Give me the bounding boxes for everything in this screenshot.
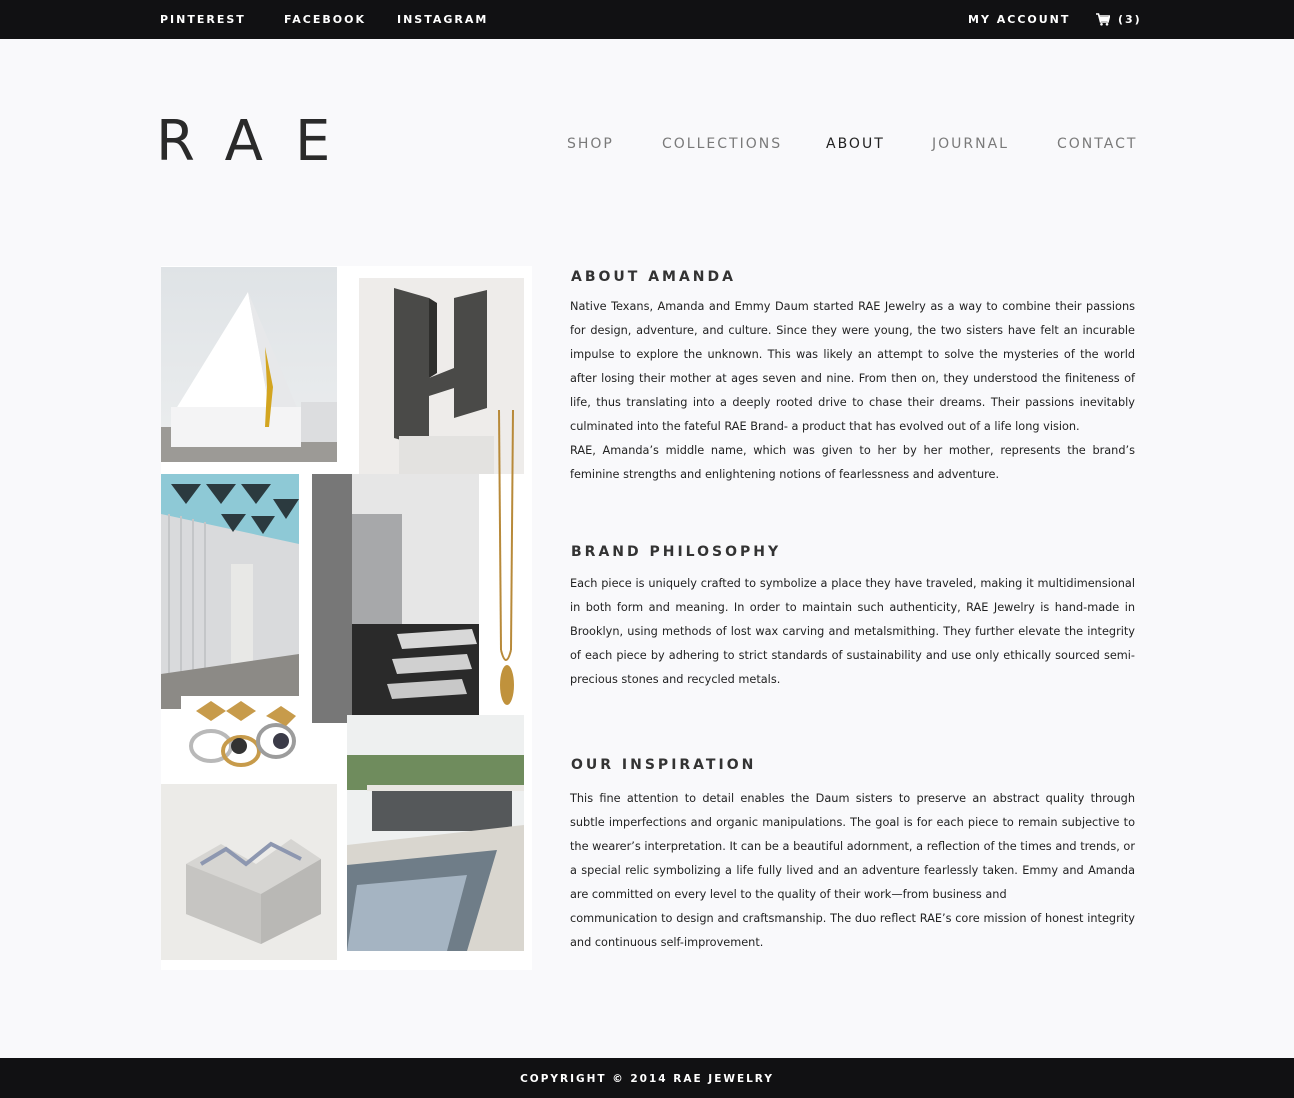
nav-shop[interactable]: SHOP bbox=[567, 134, 614, 154]
our-inspiration-title: OUR INSPIRATION bbox=[571, 757, 757, 773]
inspiration-paragraph: communication to design and craftsmanshi… bbox=[570, 912, 1135, 949]
our-inspiration-body: This fine attention to detail enables th… bbox=[570, 787, 1135, 955]
cart-icon bbox=[1096, 13, 1110, 26]
nav-journal[interactable]: JOURNAL bbox=[932, 134, 1009, 154]
stairs-image bbox=[312, 474, 479, 723]
about-paragraph: Native Texans, Amanda and Emmy Daum star… bbox=[570, 300, 1135, 433]
top-bar: PINTEREST FACEBOOK INSTAGRAM MY ACCOUNT … bbox=[0, 0, 1294, 39]
instagram-link[interactable]: INSTAGRAM bbox=[397, 0, 488, 39]
about-amanda-title: ABOUT AMANDA bbox=[571, 269, 736, 285]
brand-philosophy-body: Each piece is uniquely crafted to symbol… bbox=[570, 572, 1135, 692]
pavilion-pool-image bbox=[347, 715, 524, 951]
copyright-text: COPYRIGHT © 2014 RAE JEWELRY bbox=[520, 1073, 774, 1085]
pinterest-link[interactable]: PINTEREST bbox=[160, 0, 246, 39]
brand-philosophy-title: BRAND PHILOSOPHY bbox=[571, 544, 782, 560]
brand-logo[interactable]: RAE bbox=[156, 112, 362, 172]
nav-contact[interactable]: CONTACT bbox=[1057, 134, 1137, 154]
my-account-link[interactable]: MY ACCOUNT bbox=[968, 0, 1070, 39]
cart-button[interactable]: (3) bbox=[1096, 0, 1142, 39]
nav-collections[interactable]: COLLECTIONS bbox=[662, 134, 782, 154]
philosophy-paragraph: Each piece is uniquely crafted to symbol… bbox=[570, 577, 1135, 686]
nav-about[interactable]: ABOUT bbox=[826, 134, 885, 154]
blue-ceiling-interior-image bbox=[161, 474, 299, 709]
cart-count: (3) bbox=[1118, 13, 1142, 26]
about-amanda-body: Native Texans, Amanda and Emmy Daum star… bbox=[570, 295, 1135, 487]
gold-necklace-image bbox=[491, 410, 521, 710]
mood-board-collage bbox=[161, 266, 532, 970]
facebook-link[interactable]: FACEBOOK bbox=[284, 0, 366, 39]
concrete-model-image bbox=[161, 784, 337, 960]
about-paragraph: RAE, Amanda’s middle name, which was giv… bbox=[570, 444, 1135, 481]
rings-image bbox=[181, 696, 311, 776]
footer: COPYRIGHT © 2014 RAE JEWELRY bbox=[0, 1058, 1294, 1098]
inspiration-paragraph: This fine attention to detail enables th… bbox=[570, 792, 1135, 901]
pyramid-building-image bbox=[161, 267, 337, 462]
